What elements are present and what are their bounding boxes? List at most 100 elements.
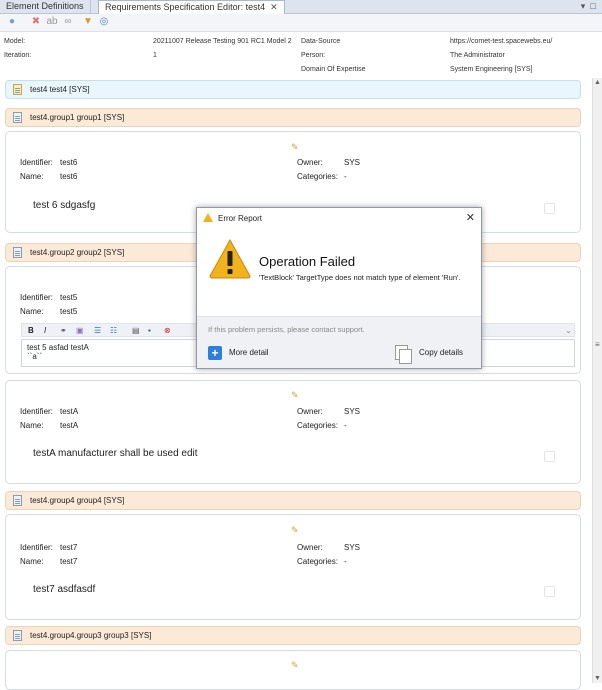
specification-icon: [13, 84, 22, 95]
scroll-grip-icon[interactable]: ≡: [595, 340, 600, 349]
name-label: Name:: [20, 421, 44, 430]
requirement-card[interactable]: ✎ Identifier: test7 Name: test7 Owner: S…: [5, 514, 581, 620]
tab-bar: Element Definitions Requirements Specifi…: [0, 0, 602, 15]
name-value: test5: [60, 307, 78, 316]
categories-value: -: [344, 172, 347, 181]
filter-icon[interactable]: ▼: [82, 16, 94, 28]
link-icon[interactable]: ⚭: [60, 325, 67, 336]
preview-icon[interactable]: ▤: [132, 325, 140, 336]
bold-button[interactable]: B: [28, 325, 34, 336]
owner-label: Owner:: [297, 407, 323, 416]
scroll-down-icon[interactable]: ▼: [594, 675, 601, 682]
group-title: test4.group1 group1 [SYS]: [30, 113, 125, 122]
person-label: Person:: [301, 52, 326, 59]
name-label: Name:: [20, 307, 44, 316]
identifier-value: test6: [60, 158, 78, 167]
delete-icon[interactable]: ✖: [30, 16, 42, 28]
copy-icon: [395, 345, 412, 364]
group-icon: [13, 247, 22, 258]
group-icon: [13, 495, 22, 506]
iteration-label: Iteration:: [4, 52, 32, 59]
categories-value: -: [344, 557, 347, 566]
group-header[interactable]: test4.group4 group4 [SYS]: [5, 491, 581, 510]
requirement-text: test7 asdfasdf: [33, 584, 96, 595]
categories-label: Categories:: [297, 172, 338, 181]
dropdown-icon[interactable]: ▾: [578, 1, 588, 12]
maximize-icon[interactable]: □: [588, 1, 598, 11]
binoculars-icon[interactable]: ∞: [62, 16, 74, 28]
numbered-list-icon[interactable]: ☷: [110, 325, 117, 336]
name-value: test7: [60, 557, 78, 566]
group-header[interactable]: test4.group4.group3 group3 [SYS]: [5, 626, 581, 645]
requirement-card[interactable]: ✎: [5, 650, 581, 690]
collapse-icon[interactable]: ⌄: [565, 325, 572, 336]
edit-icon[interactable]: ✎: [291, 142, 299, 153]
iteration-value: 1: [153, 52, 157, 59]
vertical-scrollbar[interactable]: ▲ ≡ ▼: [592, 78, 602, 683]
more-detail-label: More detail: [229, 348, 269, 357]
domain-value: System Engineering [SYS]: [450, 66, 533, 73]
copy-icon[interactable]: [544, 451, 555, 462]
group-header[interactable]: test4.group1 group1 [SYS]: [5, 108, 581, 127]
group-icon: [13, 630, 22, 641]
close-icon[interactable]: ✕: [466, 211, 475, 224]
tab-label: Requirements Specification Editor: test4: [105, 2, 266, 12]
add-icon[interactable]: ●: [6, 16, 18, 28]
specification-header[interactable]: test4 test4 [SYS]: [5, 80, 581, 99]
datasource-label: Data-Source: [301, 38, 341, 45]
model-value: 20211007 Release Testing 901 RC1 Model 2: [153, 38, 292, 45]
owner-label: Owner:: [297, 158, 323, 167]
cancel-icon[interactable]: ⊗: [164, 325, 171, 336]
italic-button[interactable]: I: [44, 325, 46, 336]
group-title: test4.group4 group4 [SYS]: [30, 496, 125, 505]
domain-label: Domain Of Expertise: [301, 66, 366, 73]
owner-value: SYS: [344, 158, 361, 167]
expand-icon: +: [208, 346, 222, 360]
name-label: Name:: [20, 557, 44, 566]
save-icon[interactable]: ▪: [148, 325, 151, 336]
identifier-value: testA: [60, 407, 79, 416]
edit-icon[interactable]: ✎: [291, 660, 299, 671]
scroll-up-icon[interactable]: ▲: [594, 79, 601, 86]
requirement-text: testA manufacturer shall be used edit: [33, 448, 198, 459]
name-value: testA: [60, 421, 79, 430]
categories-label: Categories:: [297, 421, 338, 430]
dialog-title: Error Report: [218, 214, 263, 223]
owner-value: SYS: [344, 407, 361, 416]
close-icon[interactable]: ✕: [270, 2, 278, 12]
warning-icon: [203, 213, 213, 222]
warning-icon: [209, 238, 251, 279]
tab-requirements-editor[interactable]: Requirements Specification Editor: test4…: [98, 0, 285, 15]
datasource-value: https://comet-test.spacewebs.eu/: [450, 38, 553, 45]
edit-icon[interactable]: ✎: [291, 525, 299, 536]
person-value: The Administrator: [450, 52, 505, 59]
name-label: Name:: [20, 172, 44, 181]
image-icon[interactable]: ▣: [76, 325, 84, 336]
bullet-list-icon[interactable]: ☰: [94, 325, 101, 336]
copy-icon[interactable]: [544, 586, 555, 597]
categories-value: -: [344, 421, 347, 430]
copy-icon[interactable]: [544, 203, 555, 214]
name-value: test6: [60, 172, 78, 181]
model-info: Model: 20211007 Release Testing 901 RC1 …: [0, 32, 602, 77]
editor-line: ``a``: [27, 352, 43, 361]
categories-label: Categories:: [297, 557, 338, 566]
requirement-card[interactable]: ✎ Identifier: testA Name: testA Owner: S…: [5, 380, 581, 484]
tab-element-definitions[interactable]: Element Definitions: [0, 0, 91, 14]
dialog-titlebar: Error Report ✕: [197, 208, 481, 228]
copy-details-button[interactable]: Copy details: [395, 344, 475, 364]
dialog-footer: If this problem persists, please contact…: [197, 316, 481, 368]
search-icon[interactable]: ◎: [98, 16, 110, 28]
identifier-label: Identifier:: [20, 158, 53, 167]
tab-label: Element Definitions: [6, 1, 84, 11]
identifier-value: test5: [60, 293, 78, 302]
spellcheck-icon[interactable]: ab: [46, 16, 58, 28]
identifier-label: Identifier:: [20, 407, 53, 416]
group-title: test4.group4.group3 group3 [SYS]: [30, 631, 152, 640]
requirement-text: test 6 sdgasfg: [33, 200, 96, 211]
group-title: test4.group2 group2 [SYS]: [30, 248, 125, 257]
edit-icon[interactable]: ✎: [291, 390, 299, 401]
window-controls: ▾ □: [578, 1, 598, 12]
identifier-label: Identifier:: [20, 293, 53, 302]
error-report-dialog: Error Report ✕ Operation Failed 'TextBlo…: [196, 207, 482, 369]
